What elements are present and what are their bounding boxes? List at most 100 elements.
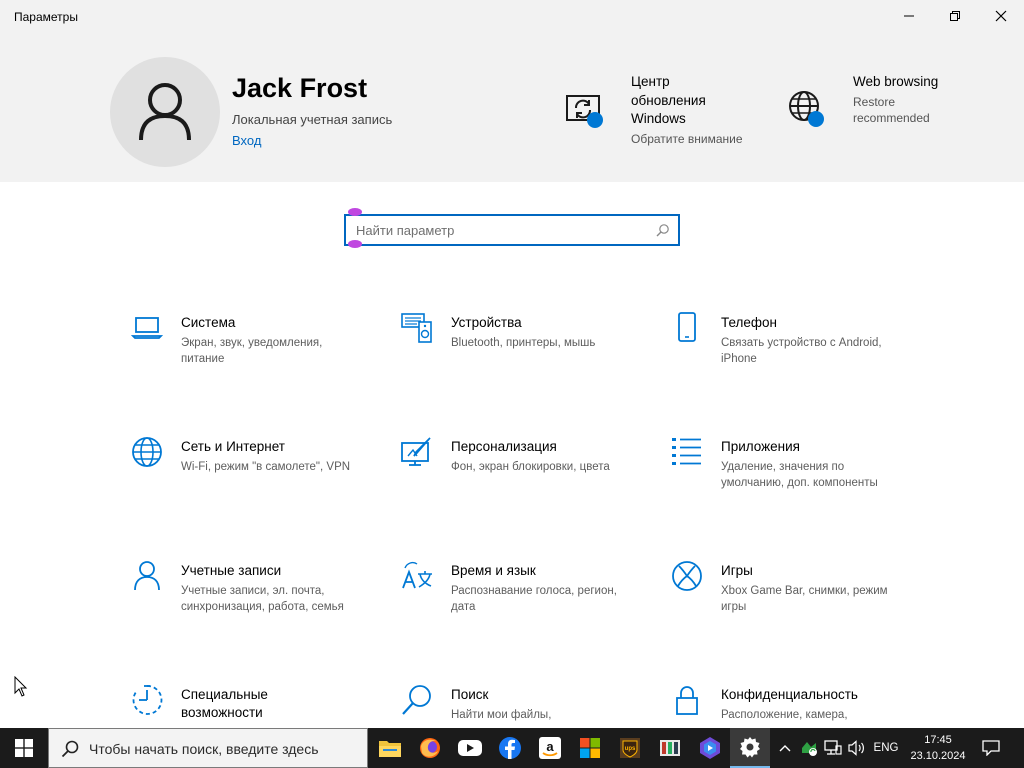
tile-title: Телефон — [721, 315, 778, 330]
notification-dot — [587, 112, 603, 128]
chevron-up-icon — [779, 745, 791, 752]
tile-gaming[interactable]: Игры Xbox Game Bar, снимки, режим игры — [671, 560, 921, 630]
user-avatar-icon — [139, 83, 191, 141]
taskbar-media-player[interactable] — [690, 728, 730, 768]
account-header: Jack Frost Локальная учетная запись Вход… — [0, 32, 1024, 182]
tile-phone[interactable]: Телефон Связать устройство с Android, iP… — [671, 312, 921, 382]
restore-button[interactable] — [932, 0, 978, 32]
tile-title: Игры — [721, 563, 753, 578]
devices-icon — [401, 313, 432, 343]
tray-network[interactable] — [822, 728, 844, 768]
tile-accessibility[interactable]: Специальные возможности — [131, 684, 381, 728]
minimize-icon — [904, 15, 914, 17]
ups-icon: ups — [620, 738, 640, 758]
tile-system[interactable]: Система Экран, звук, уведомления, питани… — [131, 312, 381, 382]
apps-list-icon — [672, 438, 701, 465]
minimize-button[interactable] — [886, 0, 932, 32]
search-icon — [402, 685, 431, 715]
tile-title: Время и язык — [451, 563, 536, 578]
svg-text:ups: ups — [625, 746, 636, 752]
taskbar-amazon[interactable]: a — [530, 728, 570, 768]
taskbar: Чтобы начать поиск, введите здесь a ups … — [0, 728, 1024, 768]
tile-description: Экран, звук, уведомления, питание — [181, 337, 323, 365]
youtube-icon — [458, 740, 482, 756]
phone-icon — [678, 312, 696, 342]
windows-update-title-line-3: Windows — [631, 111, 686, 126]
tile-title: Сеть и Интернет — [181, 439, 285, 454]
tile-time-language[interactable]: Время и язык Распознавание голоса, регио… — [401, 560, 651, 630]
tile-network[interactable]: Сеть и Интернет Wi-Fi, режим "в самолете… — [131, 436, 381, 506]
tray-language[interactable]: ENG — [870, 728, 902, 768]
taskbar-facebook[interactable] — [490, 728, 530, 768]
tray-show-hidden-button[interactable] — [774, 728, 796, 768]
search-icon — [656, 224, 669, 237]
avatar — [110, 57, 220, 167]
tile-description: Связать устройство с Android, iPhone — [721, 337, 882, 365]
xbox-icon — [672, 561, 702, 591]
windows-logo-icon — [15, 739, 33, 757]
mouse-cursor-icon — [14, 676, 28, 697]
file-explorer-icon — [379, 741, 401, 757]
app-icon — [660, 740, 680, 756]
account-type: Локальная учетная запись — [232, 112, 393, 127]
tile-title: Приложения — [721, 439, 800, 454]
volume-icon — [848, 740, 864, 756]
tile-description: Найти мои файлы, — [451, 709, 552, 721]
taskbar-file-explorer[interactable] — [370, 728, 410, 768]
close-button[interactable] — [978, 0, 1024, 32]
lock-icon — [676, 686, 698, 715]
tile-search[interactable]: Поиск Найти мои файлы, — [401, 684, 651, 728]
taskbar-app[interactable] — [650, 728, 690, 768]
media-player-icon — [700, 737, 720, 759]
tile-description: Распознавание голоса, регион, дата — [451, 585, 617, 613]
search-icon — [61, 740, 79, 758]
tile-title: Учетные записи — [181, 563, 282, 578]
taskbar-settings[interactable] — [730, 728, 770, 768]
sync-app-icon — [802, 742, 817, 756]
web-browsing-title: Web browsing — [853, 74, 939, 89]
svg-text:a: a — [546, 739, 554, 754]
notification-icon — [982, 740, 1000, 756]
accessibility-icon — [132, 685, 163, 715]
notification-center-button[interactable] — [978, 728, 1004, 768]
settings-window: Параметры Jack Frost Локальная учетная з… — [0, 0, 1024, 728]
title-bar: Параметры — [0, 0, 1024, 32]
tray-volume[interactable] — [846, 728, 868, 768]
person-icon — [134, 561, 160, 591]
network-icon — [824, 740, 842, 755]
tile-devices[interactable]: Устройства Bluetooth, принтеры, мышь — [401, 312, 651, 382]
windows-update-title-line-2: обновления — [631, 92, 706, 108]
tile-privacy[interactable]: Конфиденциальность Расположение, камера, — [671, 684, 921, 728]
tile-description: Учетные записи, эл. почта, синхронизация… — [181, 585, 344, 613]
taskbar-youtube[interactable] — [450, 728, 490, 768]
clock-date: 23.10.2024 — [910, 750, 966, 762]
sign-in-link[interactable]: Вход — [232, 133, 261, 148]
tile-description: Расположение, камера, — [721, 709, 848, 721]
amazon-icon: a — [539, 737, 561, 759]
web-browsing-subtitle-line-1: Restore — [853, 95, 896, 109]
facebook-icon — [499, 737, 521, 759]
start-button[interactable] — [0, 728, 48, 768]
tile-accounts[interactable]: Учетные записи Учетные записи, эл. почта… — [131, 560, 381, 630]
taskbar-clock[interactable]: 17:45 23.10.2024 — [906, 732, 970, 764]
taskbar-search-placeholder: Чтобы начать поиск, введите здесь — [89, 741, 319, 757]
text-selection-handle[interactable] — [348, 240, 362, 248]
text-selection-handle[interactable] — [348, 208, 362, 216]
tile-apps[interactable]: Приложения Удаление, значения по умолчан… — [671, 436, 921, 506]
taskbar-ups[interactable]: ups — [610, 728, 650, 768]
windows-update-title-line-1: Центр — [631, 74, 670, 89]
settings-search-box[interactable] — [344, 214, 680, 246]
tile-personalization[interactable]: Персонализация Фон, экран блокировки, цв… — [401, 436, 651, 506]
windows-update-subtitle: Обратите внимание — [631, 132, 743, 146]
search-input[interactable] — [356, 221, 646, 239]
taskbar-firefox[interactable] — [410, 728, 450, 768]
tile-title: Поиск — [451, 687, 489, 702]
tile-description: Удаление, значения по умолчанию, доп. ко… — [721, 461, 878, 489]
tile-description: Bluetooth, принтеры, мышь — [451, 337, 596, 349]
taskbar-microsoft-store[interactable] — [570, 728, 610, 768]
tile-title: Устройства — [451, 315, 522, 330]
tile-title: Персонализация — [451, 439, 557, 454]
taskbar-search-box[interactable]: Чтобы начать поиск, введите здесь — [48, 728, 368, 768]
tray-sync-app[interactable] — [798, 728, 820, 768]
web-browsing-subtitle-line-2: recommended — [853, 111, 930, 125]
